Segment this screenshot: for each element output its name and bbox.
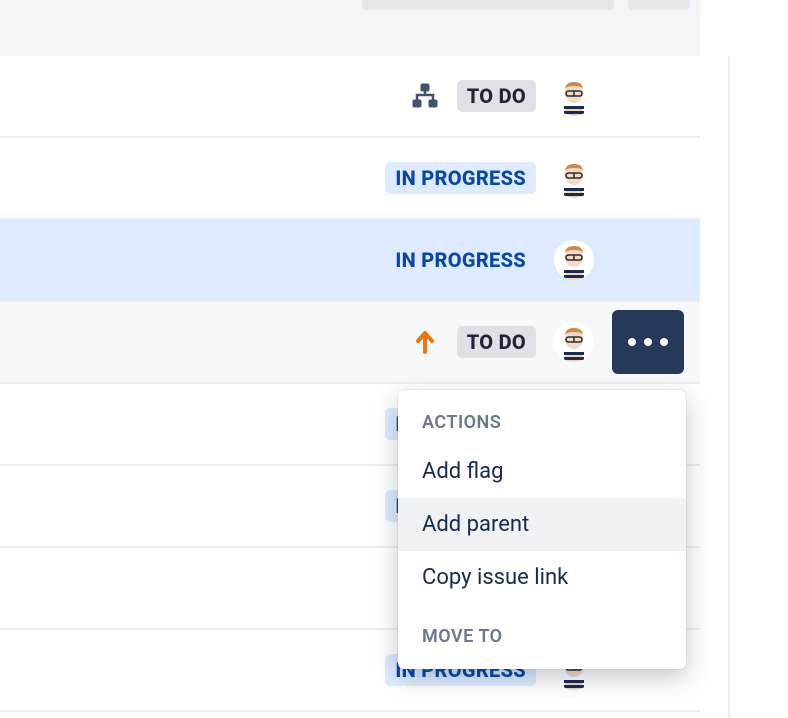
- menu-item[interactable]: Add flag: [398, 445, 686, 498]
- panel-divider: [728, 56, 730, 718]
- status-badge[interactable]: IN PROGRESS: [385, 162, 536, 194]
- menu-section-moveto: MOVE TO: [398, 604, 686, 659]
- assignee-avatar[interactable]: [554, 76, 594, 116]
- menu-section-actions: ACTIONS: [398, 390, 686, 445]
- status-badge[interactable]: IN PROGRESS: [385, 244, 536, 276]
- status-badge[interactable]: TO DO: [457, 326, 536, 358]
- assignee-avatar[interactable]: [554, 322, 594, 362]
- header-placeholder: [362, 0, 614, 10]
- assignee-avatar[interactable]: [554, 240, 594, 280]
- status-badge[interactable]: TO DO: [457, 80, 536, 112]
- header-placeholder: [628, 0, 690, 10]
- issue-row[interactable]: TO DO: [0, 302, 700, 384]
- priority-high-icon: [411, 328, 439, 356]
- child-issues-icon: [411, 82, 439, 110]
- issue-row[interactable]: TO DO: [0, 56, 700, 138]
- assignee-avatar[interactable]: [554, 158, 594, 198]
- issue-row[interactable]: IN PROGRESS: [0, 138, 700, 220]
- menu-item[interactable]: Add parent: [398, 498, 686, 551]
- more-actions-button[interactable]: [612, 310, 684, 374]
- issue-row[interactable]: IN PROGRESS: [0, 220, 700, 302]
- list-header: [0, 0, 700, 56]
- actions-menu: ACTIONS Add flagAdd parentCopy issue lin…: [398, 390, 686, 669]
- menu-item[interactable]: Copy issue link: [398, 551, 686, 604]
